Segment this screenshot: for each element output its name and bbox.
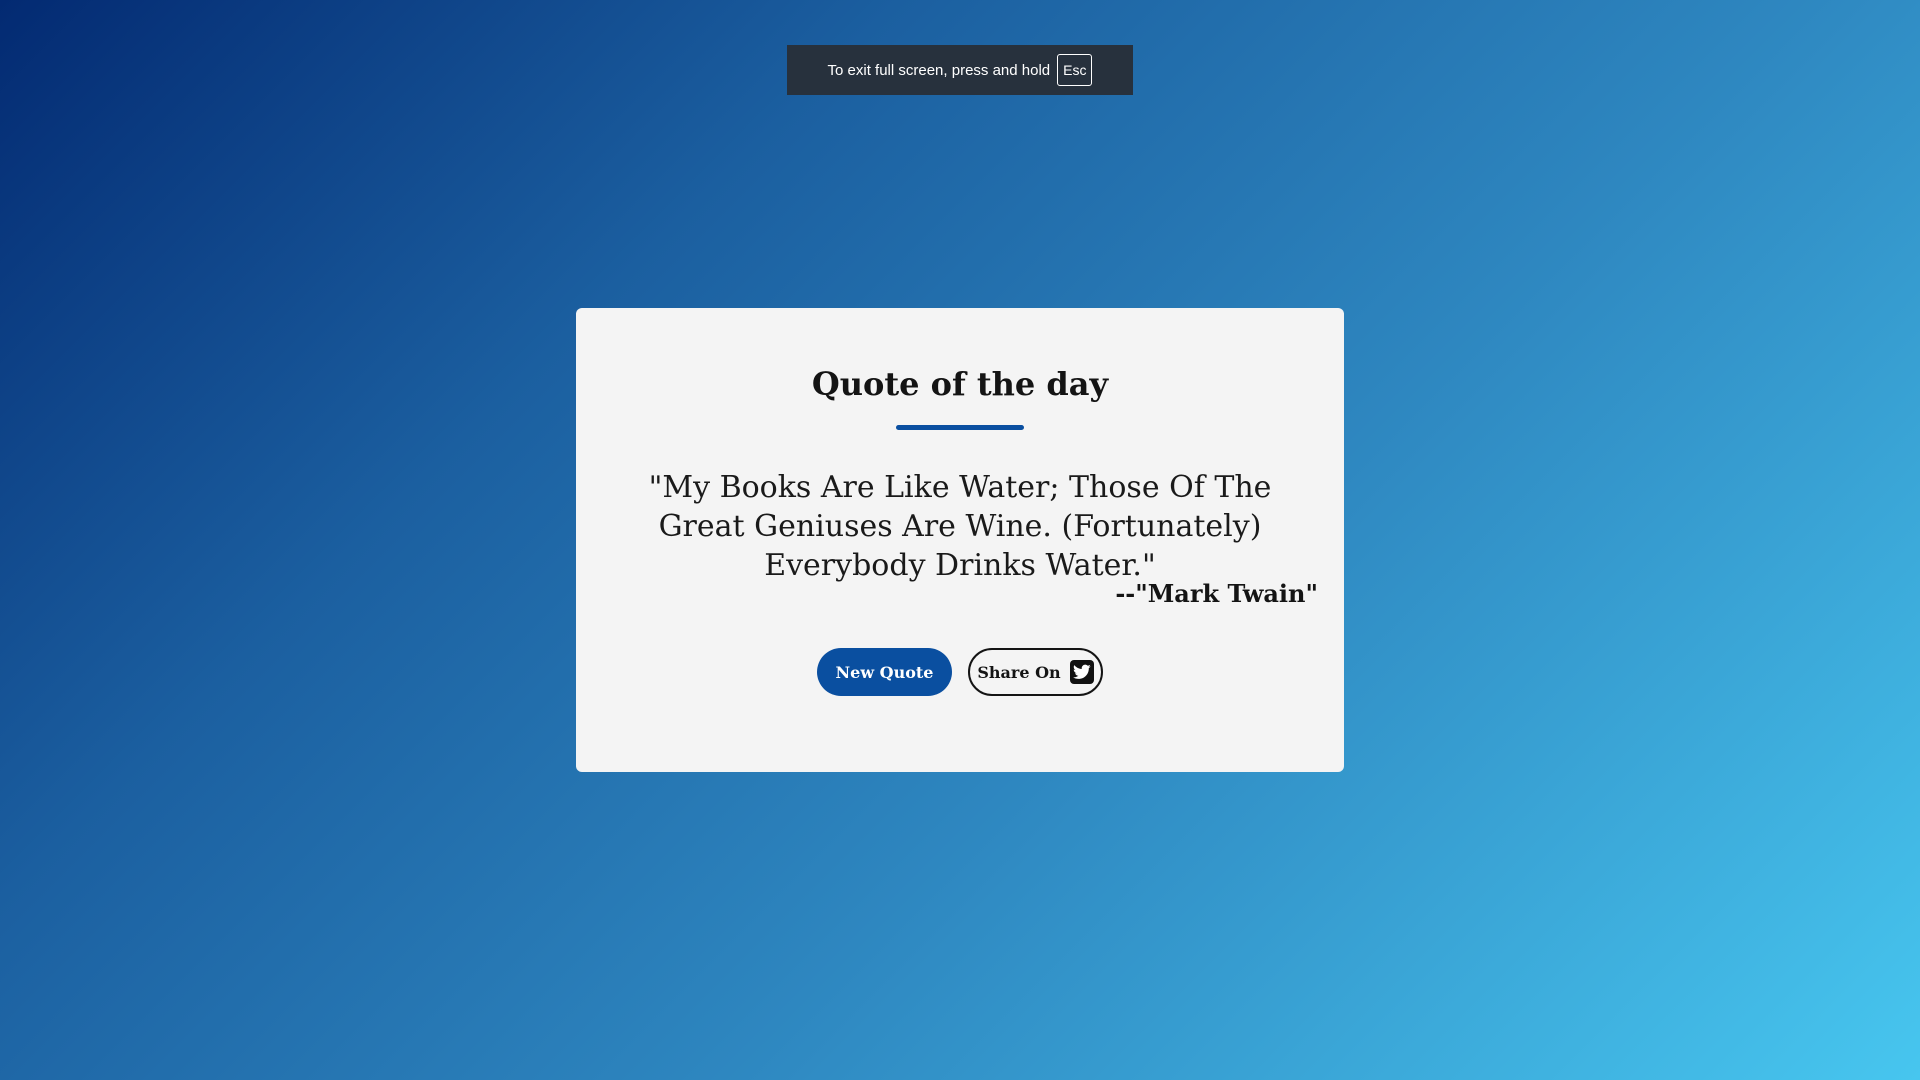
quote-text: "My Books Are Like Water; Those Of The G… <box>648 470 1272 583</box>
fullscreen-exit-notice: To exit full screen, press and hold Esc <box>787 45 1133 95</box>
share-label: Share On <box>977 662 1061 682</box>
fullscreen-notice-text: To exit full screen, press and hold <box>827 61 1051 79</box>
new-quote-button[interactable]: New Quote <box>817 648 952 696</box>
quote-author: --"Mark Twain" <box>1115 579 1318 608</box>
twitter-icon <box>1069 660 1094 684</box>
quote-card: Quote of the day "My Books Are Like Wate… <box>576 308 1344 772</box>
title-underline <box>896 425 1024 430</box>
esc-key-hint: Esc <box>1057 54 1093 86</box>
new-quote-label: New Quote <box>835 662 934 682</box>
card-title: Quote of the day <box>811 365 1109 403</box>
share-twitter-button[interactable]: Share On <box>968 648 1103 696</box>
